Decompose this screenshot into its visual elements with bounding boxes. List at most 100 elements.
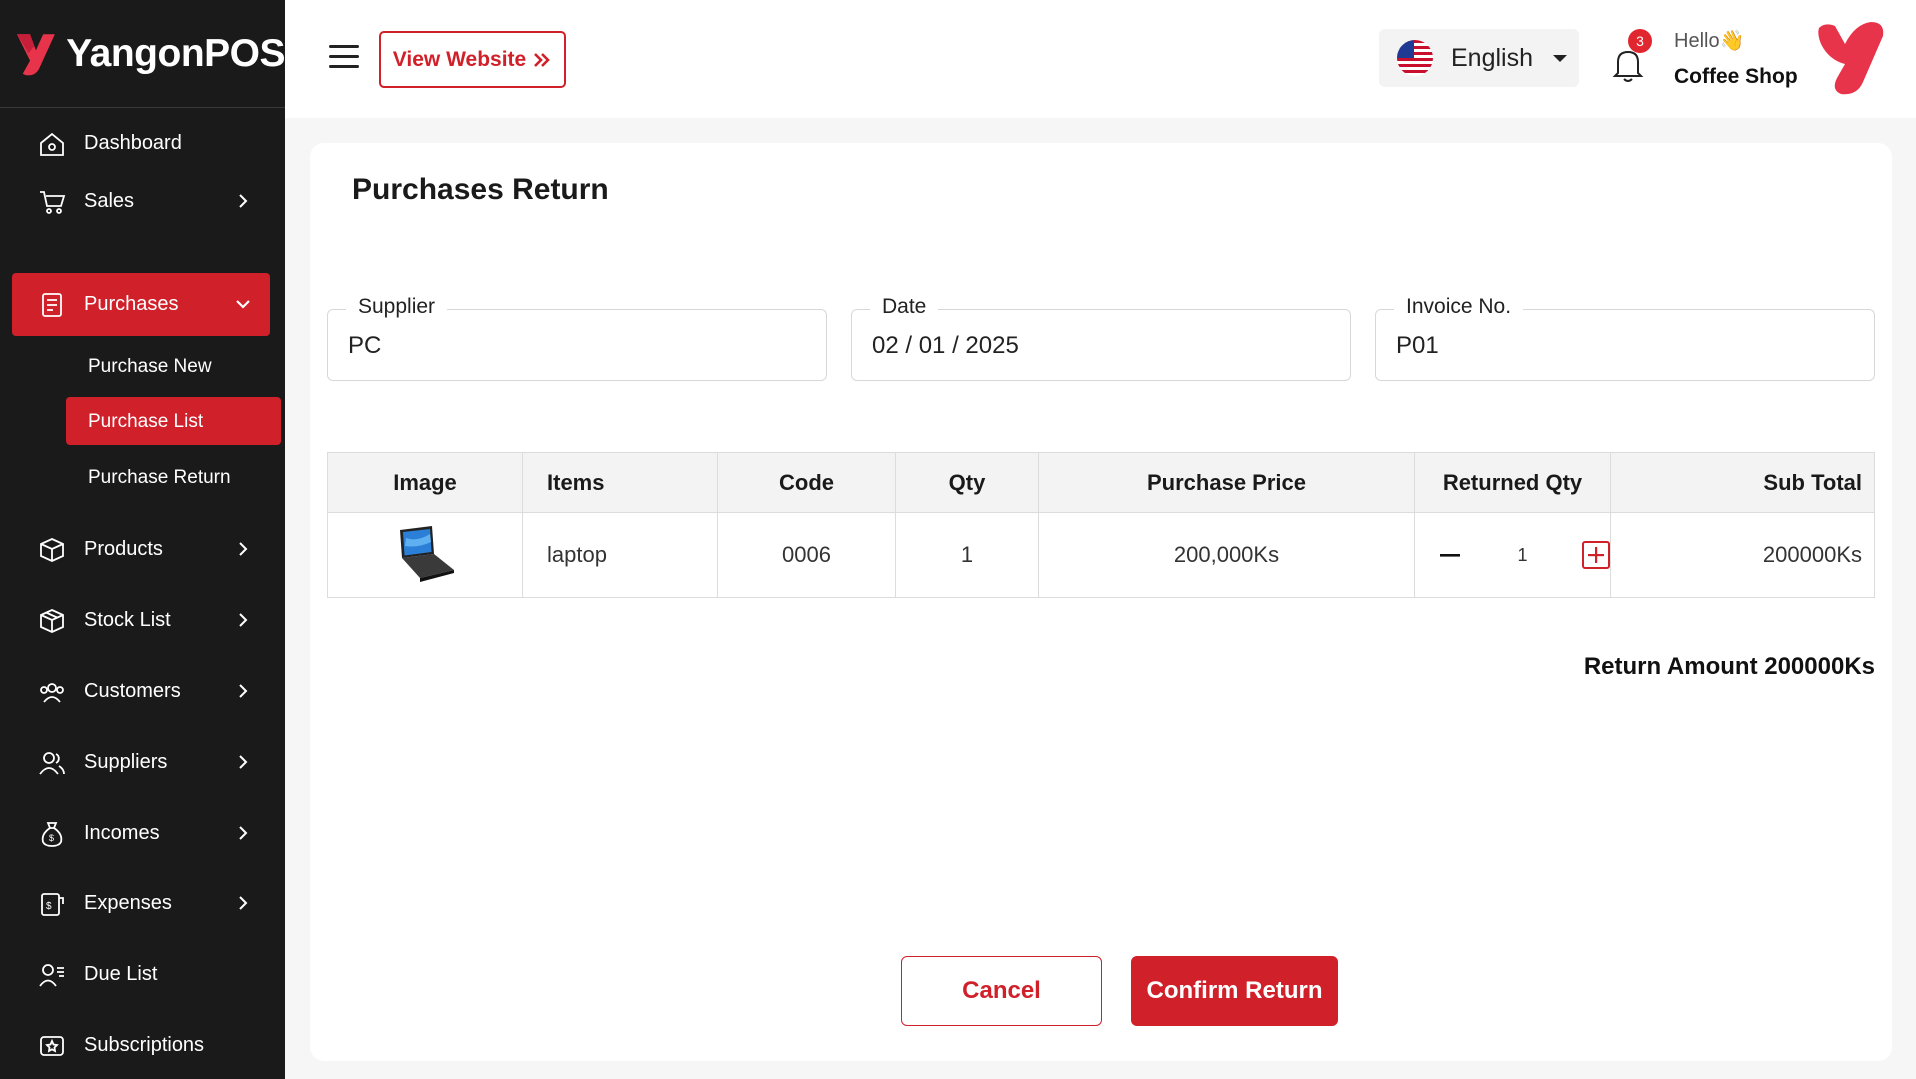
sidebar-item-label: Purchases	[84, 293, 179, 315]
sidebar-subitem-purchase-list[interactable]: Purchase List	[66, 397, 281, 445]
brand-name: YangonPOS	[66, 31, 285, 75]
notification-badge: 3	[1628, 29, 1652, 53]
cart-icon	[40, 191, 66, 214]
avatar[interactable]	[1815, 20, 1887, 98]
box-icon	[40, 538, 64, 562]
receipt-icon	[42, 293, 62, 317]
sidebar-subitem-purchase-new[interactable]: Purchase New	[66, 342, 281, 390]
subscription-icon	[40, 1036, 64, 1056]
supplier-value: PC	[348, 332, 382, 359]
laptop-image	[400, 526, 454, 582]
sidebar-item-due-list[interactable]: Due List	[12, 943, 270, 1006]
view-website-button[interactable]: View Website	[379, 31, 566, 88]
sidebar-subitem-label: Purchase Return	[88, 467, 231, 488]
users-icon	[40, 683, 64, 703]
return-amount-total: Return Amount 200000Ks	[1583, 653, 1875, 680]
column-header-purchase-price: Purchase Price	[1038, 452, 1415, 513]
return-items-table: Image Items Code Qty Purchase Price Retu…	[327, 452, 1875, 598]
table-header-row: Image Items Code Qty Purchase Price Retu…	[327, 452, 1875, 513]
sidebar: YangonPOS Dashboard Sales Purchases Purc…	[0, 0, 285, 1079]
sidebar-item-purchases[interactable]: Purchases	[12, 273, 270, 336]
home-icon	[40, 132, 64, 156]
date-field[interactable]: Date 02 / 01 / 2025	[851, 295, 1351, 381]
item-price-cell: 200,000Ks	[1038, 512, 1415, 598]
invoice-field[interactable]: Invoice No. P01	[1375, 295, 1875, 381]
top-header: View Website English 3 Hello👋 Coffee Sho…	[285, 0, 1916, 118]
chevron-right-icon	[239, 194, 248, 208]
confirm-return-button[interactable]: Confirm Return	[1131, 956, 1338, 1026]
column-header-image: Image	[327, 452, 523, 513]
sidebar-item-incomes[interactable]: $ Incomes	[12, 802, 270, 865]
chevron-right-icon	[239, 755, 248, 769]
supplier-icon	[39, 752, 65, 775]
sidebar-subitem-label: Purchase New	[88, 356, 212, 377]
item-qty-cell: 1	[895, 512, 1039, 598]
increase-qty-button[interactable]	[1581, 541, 1610, 569]
supplier-label: Supplier	[346, 295, 448, 319]
shop-name: Coffee Shop	[1674, 65, 1798, 88]
item-subtotal-cell: 200000Ks	[1610, 512, 1875, 598]
chevron-right-icon	[239, 613, 248, 627]
svg-text:$: $	[49, 833, 54, 843]
column-header-returned-qty: Returned Qty	[1414, 452, 1611, 513]
plus-icon	[1587, 547, 1604, 563]
sidebar-item-dashboard[interactable]: Dashboard	[12, 112, 270, 175]
sidebar-item-products[interactable]: Products	[12, 518, 270, 581]
us-flag-icon	[1397, 40, 1433, 76]
sidebar-item-label: Customers	[84, 680, 181, 702]
product-image-cell	[327, 512, 523, 598]
chevron-right-icon	[239, 684, 248, 698]
sidebar-item-label: Stock List	[84, 609, 171, 631]
brand-logo-icon	[16, 33, 55, 75]
decrease-qty-button[interactable]	[1437, 542, 1463, 568]
double-chevron-right-icon	[534, 52, 551, 67]
sidebar-item-subscriptions[interactable]: Subscriptions	[12, 1014, 270, 1077]
expense-receipt-icon: $	[41, 893, 64, 916]
sidebar-subitem-label: Purchase List	[88, 411, 204, 432]
sidebar-item-label: Expenses	[84, 892, 172, 914]
sidebar-item-label: Suppliers	[84, 751, 168, 773]
returned-qty-value: 1	[1517, 544, 1528, 565]
returned-qty-cell: 1	[1414, 512, 1611, 598]
chevron-right-icon	[239, 542, 248, 556]
money-bag-icon: $	[41, 822, 63, 847]
page-title: Purchases Return	[352, 173, 609, 206]
table-row: laptop 0006 1 200,000Ks 1 200000Ks	[327, 512, 1875, 598]
user-list-icon	[39, 964, 64, 987]
sidebar-item-label: Sales	[84, 190, 135, 212]
invoice-label: Invoice No.	[1394, 295, 1524, 319]
package-icon	[40, 609, 64, 633]
chevron-right-icon	[239, 826, 248, 840]
sidebar-item-suppliers[interactable]: Suppliers	[12, 731, 270, 794]
column-header-sub-total: Sub Total	[1610, 452, 1875, 513]
sidebar-item-expenses[interactable]: $ Expenses	[12, 872, 270, 935]
sidebar-item-customers[interactable]: Customers	[12, 660, 270, 723]
minus-icon	[1440, 554, 1460, 557]
invoice-value: P01	[1396, 332, 1439, 359]
column-header-qty: Qty	[895, 452, 1039, 513]
column-header-items: Items	[522, 452, 718, 513]
language-label: English	[1451, 43, 1533, 72]
date-value: 02 / 01 / 2025	[872, 332, 1019, 359]
svg-text:$: $	[46, 901, 52, 912]
sidebar-item-label: Dashboard	[84, 132, 182, 154]
sidebar-item-stock-list[interactable]: Stock List	[12, 589, 270, 652]
chevron-down-icon	[236, 300, 250, 309]
sidebar-item-label: Incomes	[84, 822, 160, 844]
item-code-cell: 0006	[717, 512, 896, 598]
cancel-button[interactable]: Cancel	[901, 956, 1102, 1026]
brand[interactable]: YangonPOS	[0, 0, 285, 108]
sidebar-item-sales[interactable]: Sales	[12, 170, 270, 233]
date-label: Date	[870, 295, 939, 319]
item-name-cell: laptop	[522, 512, 718, 598]
chevron-right-icon	[239, 896, 248, 910]
caret-down-icon	[1553, 54, 1567, 62]
sidebar-item-label: Subscriptions	[84, 1034, 205, 1056]
language-selector[interactable]: English	[1379, 29, 1579, 87]
view-website-label: View Website	[392, 47, 527, 71]
purchase-return-card: Purchases Return Supplier PC Date 02 / 0…	[310, 143, 1892, 1061]
menu-toggle-icon[interactable]	[329, 45, 359, 69]
sidebar-item-label: Due List	[84, 963, 158, 985]
supplier-field[interactable]: Supplier PC	[327, 295, 827, 381]
sidebar-subitem-purchase-return[interactable]: Purchase Return	[66, 453, 281, 501]
